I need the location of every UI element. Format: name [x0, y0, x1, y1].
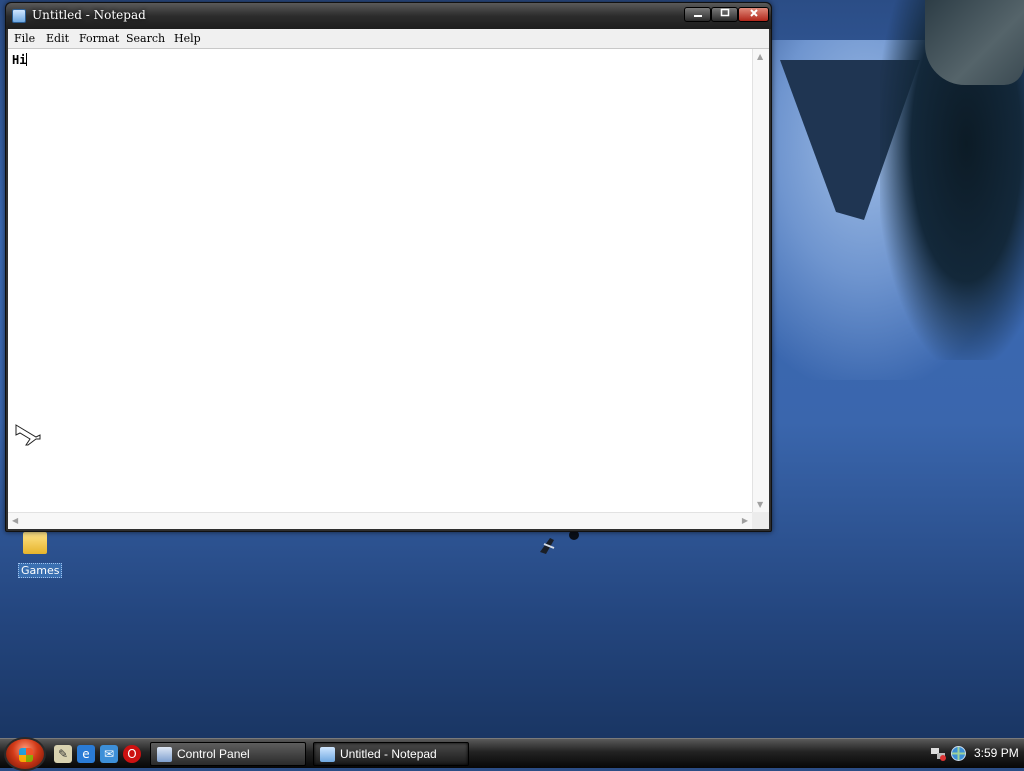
pen-tool-icon[interactable]: ✎ [54, 745, 72, 763]
horizontal-scrollbar[interactable]: ◀ ▶ [8, 512, 752, 529]
window-title: Untitled - Notepad [32, 8, 146, 22]
scroll-up-icon[interactable]: ▲ [757, 52, 763, 61]
taskbar: ✎ e ✉ O Control Panel Untitled - Notepad… [0, 737, 1024, 771]
folder-icon [23, 532, 47, 554]
scrollbar-corner [752, 512, 769, 529]
globe-icon[interactable] [950, 745, 967, 762]
maximize-button[interactable] [711, 7, 738, 22]
menu-bar: File Edit Format Search Help [8, 29, 769, 49]
taskbar-clock[interactable]: 3:59 PM [974, 746, 1019, 760]
task-label: Control Panel [177, 747, 250, 761]
wallpaper-watermark [1000, 650, 1020, 740]
wallpaper-rock [925, 0, 1024, 85]
notepad-window[interactable]: Untitled - Notepad File Edit Format Sear… [5, 2, 772, 532]
scroll-right-icon[interactable]: ▶ [742, 516, 748, 525]
title-bar[interactable]: Untitled - Notepad [6, 3, 771, 29]
scroll-left-icon[interactable]: ◀ [12, 516, 18, 525]
start-button[interactable] [4, 737, 46, 771]
airplane-cursor-icon [15, 424, 41, 446]
menu-file[interactable]: File [14, 32, 35, 45]
wallpaper-bird [540, 530, 579, 554]
network-icon[interactable] [930, 745, 947, 762]
task-notepad[interactable]: Untitled - Notepad [313, 742, 469, 766]
notepad-icon [12, 9, 26, 23]
opera-icon[interactable]: O [123, 745, 141, 763]
document-content: Hi [12, 53, 27, 67]
scroll-down-icon[interactable]: ▼ [757, 500, 763, 509]
desktop-icon-games[interactable]: Games [18, 532, 63, 580]
internet-explorer-icon[interactable]: e [77, 745, 95, 763]
maximize-icon [720, 8, 729, 17]
mail-icon[interactable]: ✉ [100, 745, 118, 763]
menu-format[interactable]: Format [79, 32, 119, 45]
task-control-panel[interactable]: Control Panel [150, 742, 306, 766]
menu-edit[interactable]: Edit [46, 32, 69, 45]
text-caret [26, 53, 28, 66]
vertical-scrollbar[interactable]: ▲ ▼ [752, 49, 769, 512]
notepad-icon [320, 747, 335, 762]
windows-logo-icon [19, 748, 33, 762]
editor-area[interactable]: Hi ▲ ▼ ◀ ▶ [8, 49, 769, 529]
control-panel-icon [157, 747, 172, 762]
menu-help[interactable]: Help [174, 32, 201, 45]
close-button[interactable] [738, 7, 769, 22]
minimize-icon [693, 15, 702, 17]
menu-search[interactable]: Search [126, 32, 165, 45]
desktop-icon-label: Games [18, 563, 63, 578]
task-label: Untitled - Notepad [340, 747, 437, 761]
close-icon [749, 9, 758, 17]
minimize-button[interactable] [684, 7, 711, 22]
document-text[interactable]: Hi [12, 53, 749, 511]
